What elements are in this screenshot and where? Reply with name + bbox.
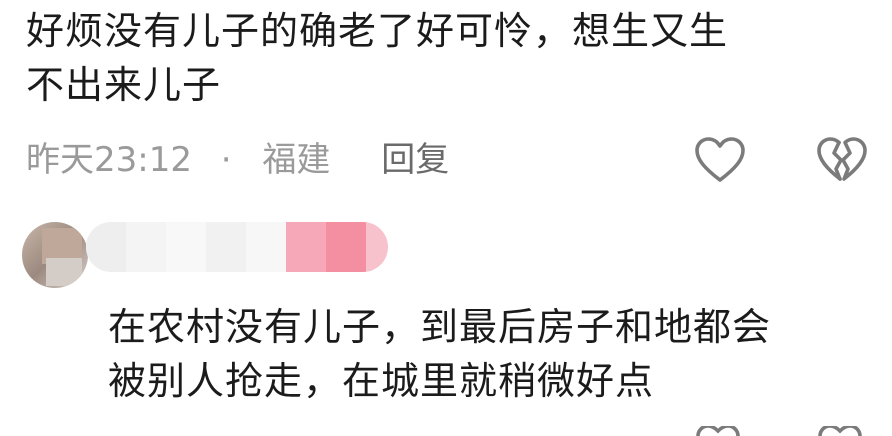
- mosaic-block: [126, 222, 166, 272]
- comment-1-text: 好烦没有儿子的确老了好可怜，想生又生 不出来儿子: [26, 4, 728, 112]
- comment-1-line-1: 好烦没有儿子的确老了好可怜，想生又生: [26, 9, 729, 53]
- heart-outline-icon: [695, 137, 745, 182]
- mosaic-block: [166, 222, 206, 272]
- avatar-mosaic: [46, 258, 82, 286]
- broken-heart-outline-icon: [817, 137, 867, 181]
- mosaic-block: [286, 222, 326, 272]
- mosaic-block: [86, 222, 126, 272]
- broken-heart-outline-icon: [818, 426, 862, 436]
- mosaic-block: [366, 222, 388, 272]
- comment-2-text: 在农村没有儿子，到最后房子和地都会 被别人抢走，在城里就稍微好点: [108, 300, 771, 408]
- dislike-button[interactable]: [816, 136, 868, 184]
- comment-1-location: 福建: [262, 140, 331, 180]
- comment-1-meta: 昨天23:12 · 福建 回复: [26, 138, 449, 182]
- like-button[interactable]: [694, 136, 746, 184]
- username-redacted[interactable]: [86, 222, 388, 272]
- mosaic-block: [326, 222, 366, 272]
- comment-2-line-2: 被别人抢走，在城里就稍微好点: [108, 359, 655, 403]
- comment-2-actions-partial: [670, 426, 870, 436]
- comment-1-line-2: 不出来儿子: [26, 63, 222, 107]
- reply-button[interactable]: 回复: [381, 140, 449, 180]
- heart-outline-icon: [696, 426, 740, 436]
- comment-2-line-1: 在农村没有儿子，到最后房子和地都会: [108, 305, 772, 349]
- mosaic-block: [246, 222, 286, 272]
- mosaic-block: [206, 222, 246, 272]
- meta-separator: ·: [220, 140, 232, 180]
- avatar[interactable]: [22, 222, 88, 288]
- comment-1-time: 昨天23:12: [26, 140, 192, 180]
